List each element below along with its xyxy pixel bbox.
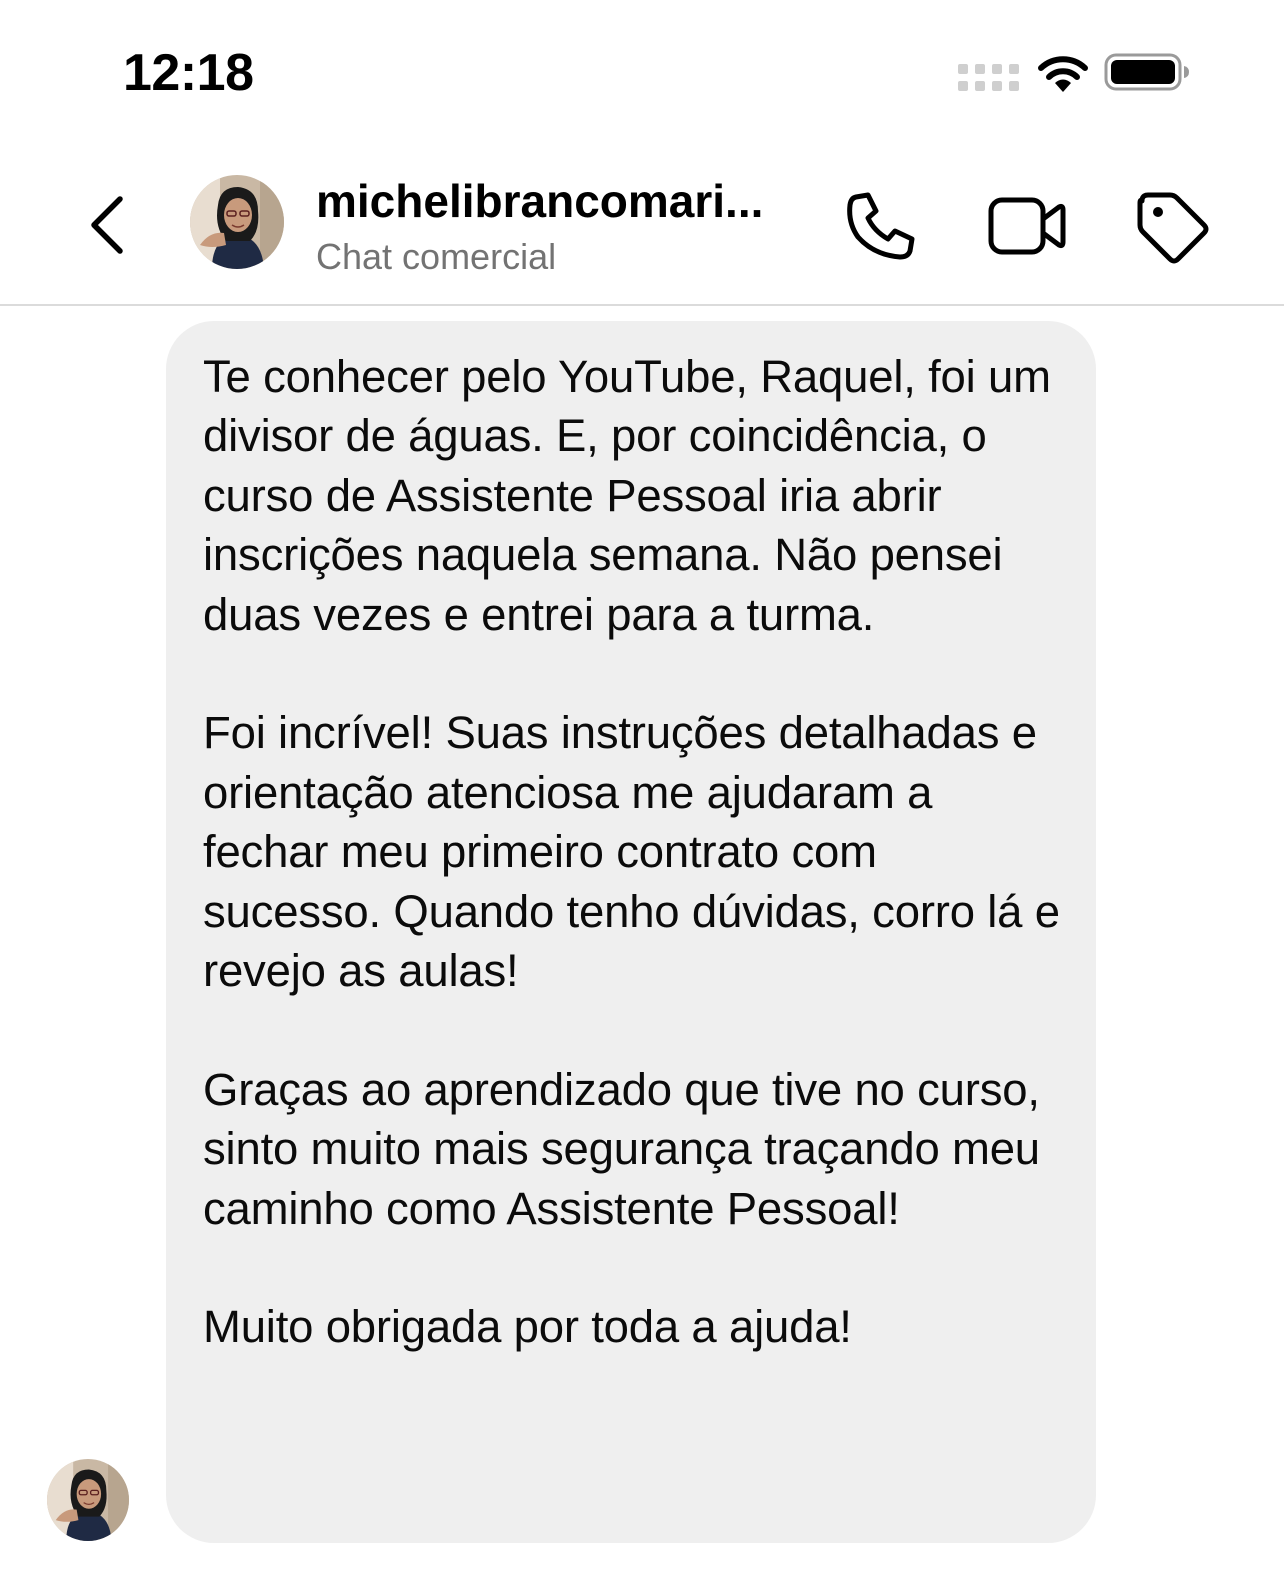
battery-icon — [1104, 53, 1189, 91]
tag-icon[interactable] — [1132, 187, 1212, 267]
message-paragraph-4: Muito obrigada por toda a ajuda! — [203, 1301, 852, 1353]
profile-photo-icon — [47, 1459, 129, 1541]
phone-icon[interactable] — [842, 187, 920, 265]
header-texts: michelibrancomari... Chat comercial — [316, 173, 836, 281]
message-bubble[interactable]: Te conhecer pelo YouTube, Raquel, foi um… — [166, 321, 1096, 1543]
sender-avatar[interactable] — [47, 1459, 129, 1541]
profile-photo-icon — [190, 175, 284, 269]
status-time: 12:18 — [123, 44, 254, 102]
chat-username[interactable]: michelibrancomari... — [316, 173, 836, 229]
avatar[interactable] — [190, 175, 284, 269]
message-paragraph-1: Te conhecer pelo YouTube, Raquel, foi um… — [203, 351, 1051, 640]
chat-header: michelibrancomari... Chat comercial — [0, 145, 1284, 306]
message-paragraph-3: Graças ao aprendizado que tive no curso,… — [203, 1063, 1040, 1234]
signal-dots-icon — [958, 64, 1019, 91]
message-paragraph-2: Foi incrível! Suas instruções detalhadas… — [203, 707, 1060, 997]
chat-subtitle: Chat comercial — [316, 236, 557, 277]
wifi-icon — [1038, 56, 1088, 92]
video-camera-icon[interactable] — [986, 187, 1068, 265]
status-bar: 12:18 — [0, 0, 1284, 145]
back-chevron-icon[interactable] — [80, 185, 136, 265]
